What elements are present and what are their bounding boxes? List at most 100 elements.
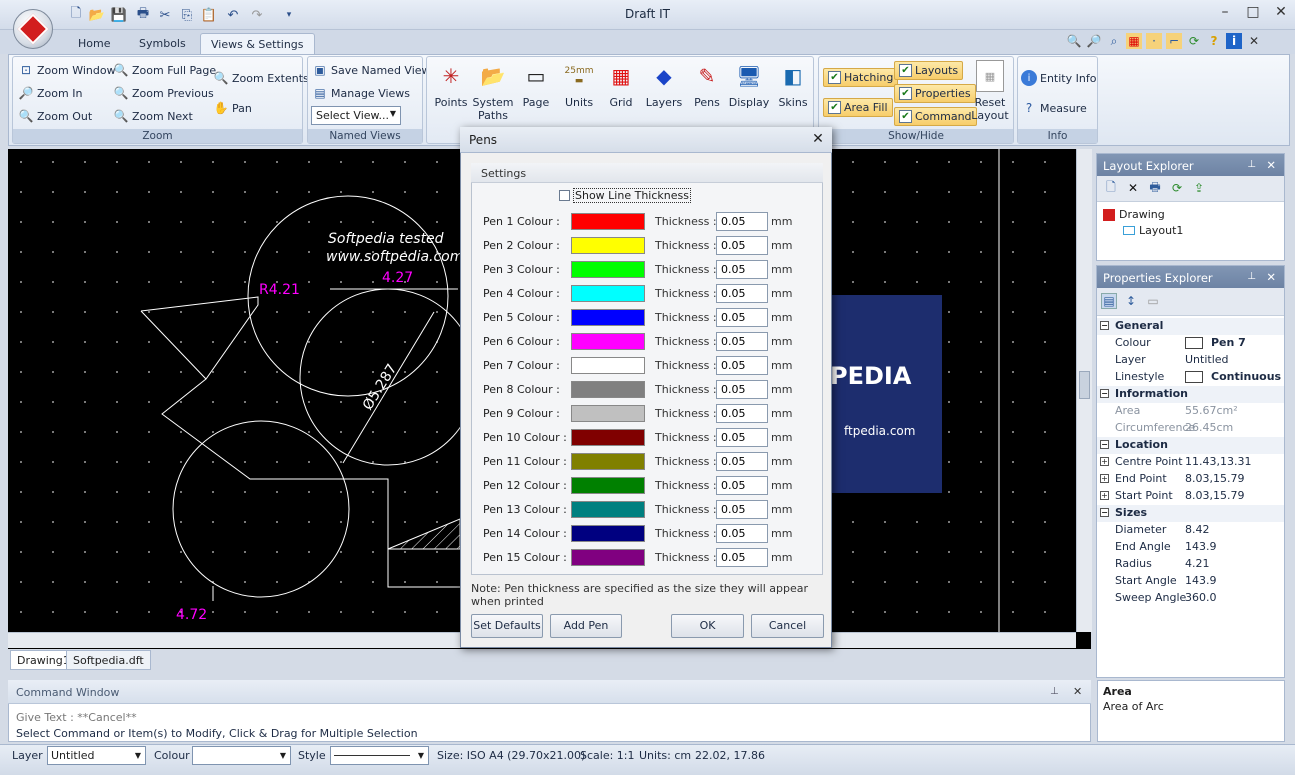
property-section[interactable]: − Sizes [1097,505,1284,522]
save-named-view-button[interactable]: ▣ Save Named View [312,62,430,78]
status-colour-dropdown[interactable]: ▼ [192,746,291,765]
command-toggle[interactable]: ✔ Command [894,107,977,126]
pin-icon[interactable]: ⊥ [1050,686,1059,697]
pen-colour-swatch[interactable] [571,453,645,470]
close-button[interactable]: ✕ [1264,2,1295,22]
settings-button-points[interactable]: ✳ Points [428,60,474,118]
property-pages-icon[interactable]: ▭ [1145,293,1161,309]
zoom-window-icon[interactable]: 🔍 [1066,33,1082,49]
thickness-input[interactable] [716,356,768,375]
categorized-icon[interactable]: ▤ [1101,293,1117,309]
property-row[interactable]: Linestyle Continuous [1097,369,1284,386]
property-row[interactable]: Diameter 8.42 [1097,522,1284,539]
vertical-scroll-thumb[interactable] [1079,371,1090,399]
zoom-previous-button[interactable]: 🔍 Zoom Previous [113,85,214,101]
export-layout-icon[interactable]: ⇪ [1191,180,1207,196]
show-line-thickness-checkbox[interactable]: Show Line Thickness [559,188,691,203]
pen-colour-swatch[interactable] [571,261,645,278]
thickness-input[interactable] [716,548,768,567]
pen-colour-swatch[interactable] [571,285,645,302]
tab-home[interactable]: Home [68,33,120,54]
zoom-full-page-button[interactable]: 🔍 Zoom Full Page [113,62,217,78]
pen-colour-swatch[interactable] [571,501,645,518]
ortho-icon[interactable]: ⌐ [1166,33,1182,49]
cancel-button[interactable]: Cancel [751,614,824,638]
expand-icon[interactable]: + [1100,457,1109,466]
thickness-input[interactable] [716,476,768,495]
snap-icon[interactable]: · [1146,33,1162,49]
new-layout-icon[interactable]: 🗋 [1103,180,1119,196]
zoom-window-button[interactable]: ⊡ Zoom Window [18,62,116,78]
thickness-input[interactable] [716,308,768,327]
property-row[interactable]: Radius 4.21 [1097,556,1284,573]
thickness-input[interactable] [716,500,768,519]
refresh-icon[interactable]: ⟳ [1186,33,1202,49]
status-layer-dropdown[interactable]: Untitled ▼ [47,746,146,765]
pen-colour-swatch[interactable] [571,357,645,374]
print-layout-icon[interactable]: 🖶 [1147,180,1163,196]
close-icon[interactable]: ✕ [1266,270,1276,284]
pen-colour-swatch[interactable] [571,381,645,398]
pen-colour-swatch[interactable] [571,213,645,230]
hatching-toggle[interactable]: ✔ Hatching [823,68,899,87]
property-row[interactable]: + Start Point 8.03,15.79 [1097,488,1284,505]
settings-button-folder[interactable]: 📂 System Paths [470,60,516,122]
help-icon[interactable]: ? [1206,33,1222,49]
property-section[interactable]: − Location [1097,437,1284,454]
settings-button-ruler[interactable]: 25mm ▬ Units [556,60,602,118]
dialog-close-icon[interactable]: ✕ [808,131,828,149]
reset-layout-button[interactable]: ▦ Reset Layout [968,60,1012,122]
info-icon[interactable]: i [1226,33,1242,49]
expand-icon[interactable]: + [1100,491,1109,500]
entity-info-button[interactable]: i Entity Info [1021,70,1096,86]
pin-icon[interactable]: ⊥ [1247,159,1256,170]
tree-child-layout1[interactable]: Layout1 [1123,224,1183,237]
pen-colour-swatch[interactable] [571,429,645,446]
thickness-input[interactable] [716,260,768,279]
collapse-icon[interactable]: − [1100,321,1109,330]
pen-colour-swatch[interactable] [571,525,645,542]
delete-layout-icon[interactable]: ✕ [1125,180,1141,196]
zoom-extents-icon[interactable]: ⌕ [1106,33,1122,49]
property-row[interactable]: + End Point 8.03,15.79 [1097,471,1284,488]
refresh-layout-icon[interactable]: ⟳ [1169,180,1185,196]
doc-tab-softpedia[interactable]: Softpedia.dft [66,650,151,670]
settings-button-skins[interactable]: ◧ Skins [770,60,816,118]
ribbon-close-icon[interactable]: ✕ [1246,33,1262,49]
property-row[interactable]: End Angle 143.9 [1097,539,1284,556]
pen-colour-swatch[interactable] [571,309,645,326]
vertical-scrollbar[interactable] [1076,149,1092,632]
settings-button-layers[interactable]: ◆ Layers [641,60,687,118]
thickness-input[interactable] [716,428,768,447]
thickness-input[interactable] [716,380,768,399]
pen-colour-swatch[interactable] [571,333,645,350]
zoom-next-button[interactable]: 🔍 Zoom Next [113,108,193,124]
zoom-extents-button[interactable]: 🔍 Zoom Extents [213,70,309,86]
layouts-toggle[interactable]: ✔ Layouts [894,61,964,80]
sort-alpha-icon[interactable]: ↕ [1123,293,1139,309]
add-pen-button[interactable]: Add Pen [550,614,622,638]
expand-icon[interactable]: + [1100,474,1109,483]
thickness-input[interactable] [716,332,768,351]
property-row[interactable]: Colour Pen 7 [1097,335,1284,352]
settings-button-page[interactable]: ▭ Page [513,60,559,118]
thickness-input[interactable] [716,452,768,471]
property-row[interactable]: Start Angle 143.9 [1097,573,1284,590]
pin-icon[interactable]: ⊥ [1247,271,1256,282]
thickness-input[interactable] [716,212,768,231]
ok-button[interactable]: OK [671,614,744,638]
tab-symbols[interactable]: Symbols [129,33,196,54]
pen-colour-swatch[interactable] [571,549,645,566]
collapse-icon[interactable]: − [1100,389,1109,398]
pen-colour-swatch[interactable] [571,405,645,422]
property-row[interactable]: Area 55.67cm² [1097,403,1284,420]
property-section[interactable]: − General [1097,318,1284,335]
property-row[interactable]: + Centre Point 11.43,13.31 [1097,454,1284,471]
settings-button-pen[interactable]: ✎ Pens [684,60,730,118]
property-row[interactable]: Circumference 26.45cm [1097,420,1284,437]
status-style-dropdown[interactable]: ▼ [330,746,429,765]
pen-colour-swatch[interactable] [571,237,645,254]
command-close-icon[interactable]: ✕ [1073,685,1082,698]
manage-views-button[interactable]: ▤ Manage Views [312,85,410,101]
select-view-dropdown[interactable]: Select View... ▼ [311,106,401,125]
